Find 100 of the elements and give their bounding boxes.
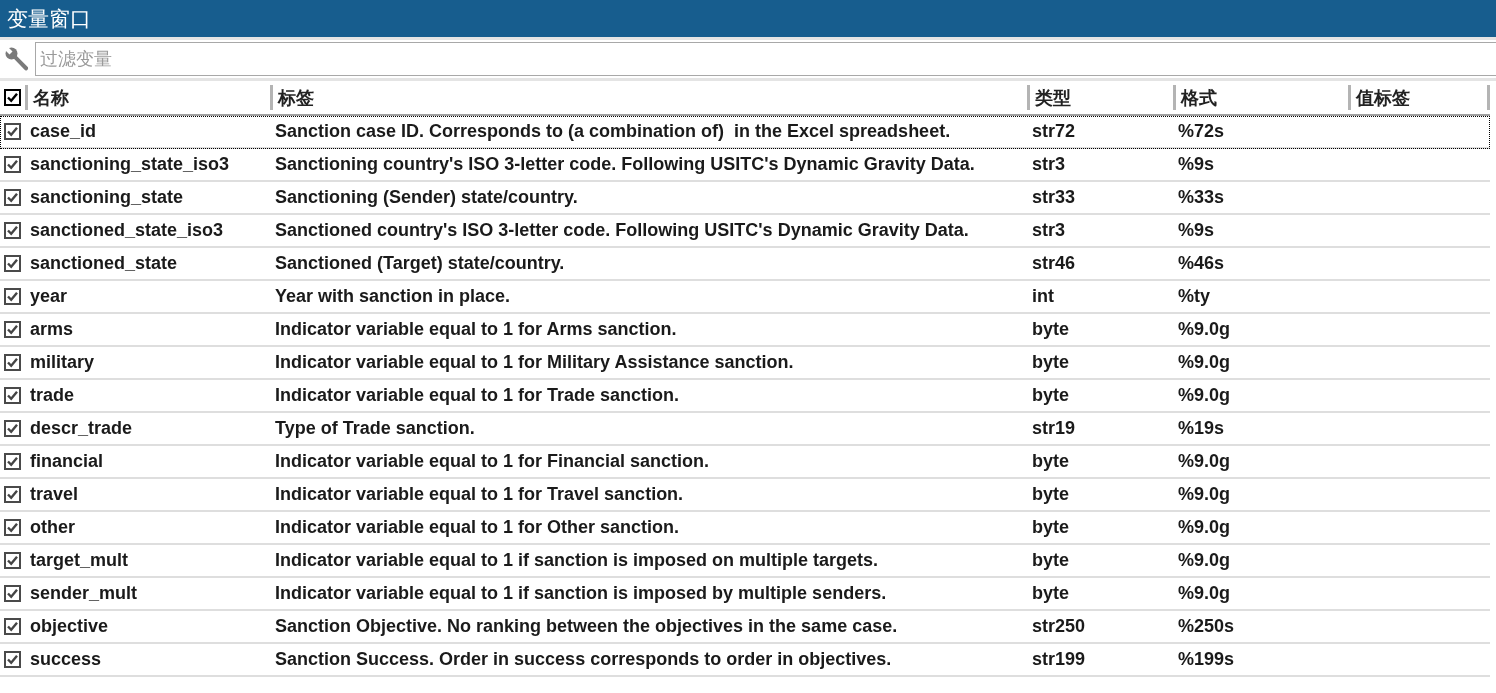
checkbox[interactable] — [4, 288, 21, 305]
variable-format: %9.0g — [1178, 517, 1231, 538]
variable-label: Indicator variable equal to 1 for Trade sanction. — [275, 385, 680, 406]
table-row[interactable]: case_id Sanction case ID. Corresponds to (a combination of) in the Excel spreadsheet. str72 %72s — [0, 116, 1490, 149]
variable-type: byte — [1032, 385, 1069, 406]
variable-name: sanctioning_state_iso3 — [30, 154, 230, 175]
checkbox[interactable] — [4, 387, 21, 404]
variable-label: Sanctioned country's ISO 3-letter code. Following USITC's Dynamic Gravity Data. — [275, 220, 969, 241]
checkbox[interactable] — [4, 255, 21, 272]
variable-label: Indicator variable equal to 1 if sanction is imposed on multiple targets. — [275, 550, 879, 571]
variable-type: str33 — [1032, 187, 1076, 208]
variable-label: Sanction Objective. No ranking between the objectives in the same case. — [275, 616, 898, 637]
variable-label: Indicator variable equal to 1 for Military Assistance sanction. — [275, 352, 794, 373]
checkbox[interactable] — [4, 189, 21, 206]
variable-name: objective — [30, 616, 109, 637]
variable-label: Sanctioned (Target) state/country. — [275, 253, 565, 274]
variable-name: sender_mult — [30, 583, 138, 604]
variable-format: %19s — [1178, 418, 1225, 439]
variable-type: byte — [1032, 451, 1069, 472]
variable-label: Sanction case ID. Corresponds to (a combination of) in the Excel spreadsheet. — [275, 121, 951, 142]
variable-name: case_id — [30, 121, 97, 142]
variable-name: target_mult — [30, 550, 128, 571]
checkbox[interactable] — [4, 651, 21, 668]
table-row[interactable]: arms Indicator variable equal to 1 for Arms sanction. byte %9.0g — [0, 314, 1490, 347]
variable-label: Indicator variable equal to 1 if sanction is imposed by multiple senders. — [275, 583, 887, 604]
table-row[interactable]: year Year with sanction in place. int %ty — [0, 281, 1490, 314]
variable-format: %9.0g — [1178, 484, 1231, 505]
variable-type: str250 — [1032, 616, 1086, 637]
variable-format: %9.0g — [1178, 550, 1231, 571]
variable-name: descr_trade — [30, 418, 133, 439]
variable-label: Indicator variable equal to 1 for Arms sanction. — [275, 319, 677, 340]
variable-type: str72 — [1032, 121, 1076, 142]
checkbox[interactable] — [4, 123, 21, 140]
variable-format: %72s — [1178, 121, 1225, 142]
table-row[interactable]: sanctioned_state Sanctioned (Target) state/country. str46 %46s — [0, 248, 1490, 281]
variable-label: Type of Trade sanction. — [275, 418, 475, 439]
table-row[interactable]: trade Indicator variable equal to 1 for Trade sanction. byte %9.0g — [0, 380, 1490, 413]
filter-field[interactable]: 过滤变量 — [35, 42, 1496, 76]
variable-format: %9s — [1178, 154, 1215, 175]
variable-label: Indicator variable equal to 1 for Other sanction. — [275, 517, 680, 538]
variable-name: sanctioned_state_iso3 — [30, 220, 224, 241]
table-row[interactable]: sanctioned_state_iso3 Sanctioned country's ISO 3-letter code. Following USITC's Dynamic Gravity Data. str3 %9s — [0, 215, 1490, 248]
variable-type: str19 — [1032, 418, 1076, 439]
variable-name: year — [30, 286, 68, 307]
column-header[interactable]: 值标签 — [1348, 85, 1490, 110]
checkbox[interactable] — [4, 453, 21, 470]
variable-format: %9.0g — [1178, 583, 1231, 604]
variable-type: byte — [1032, 352, 1069, 373]
checkbox[interactable] — [4, 222, 21, 239]
table-row[interactable]: objective Sanction Objective. No ranking between the objectives in the same case. str250 %250s — [0, 611, 1490, 644]
variable-type: str46 — [1032, 253, 1076, 274]
table-row[interactable]: other Indicator variable equal to 1 for Other sanction. byte %9.0g — [0, 512, 1490, 545]
table-row[interactable]: sanctioning_state Sanctioning (Sender) state/country. str33 %33s — [0, 182, 1490, 215]
variable-name: military — [30, 352, 95, 373]
variable-type: int — [1032, 286, 1054, 307]
variable-type: str3 — [1032, 154, 1066, 175]
variable-format: %199s — [1178, 649, 1235, 670]
variable-format: %9.0g — [1178, 319, 1231, 340]
checkbox[interactable] — [4, 519, 21, 536]
variable-type: byte — [1032, 319, 1069, 340]
variable-type: byte — [1032, 583, 1069, 604]
checkbox[interactable] — [4, 552, 21, 569]
variable-type: str3 — [1032, 220, 1066, 241]
variable-name: other — [30, 517, 75, 538]
variable-label: Indicator variable equal to 1 for Travel sanction. — [275, 484, 684, 505]
checkbox[interactable] — [4, 321, 21, 338]
variable-format: %9s — [1178, 220, 1215, 241]
checkbox[interactable] — [4, 618, 21, 635]
variable-format: %9.0g — [1178, 385, 1231, 406]
table-row[interactable]: military Indicator variable equal to 1 for Military Assistance sanction. byte %9.0g — [0, 347, 1490, 380]
checkbox[interactable] — [4, 420, 21, 437]
table-row[interactable]: success Sanction Success. Order in success corresponds to order in objectives. str199 %199s — [0, 644, 1490, 677]
variable-name: trade — [30, 385, 74, 406]
variable-format: %46s — [1178, 253, 1225, 274]
variable-label: Sanction Success. Order in success corresponds to order in objectives. — [275, 649, 892, 670]
table-row[interactable]: descr_trade Type of Trade sanction. str19 %19s — [0, 413, 1490, 446]
window-title: 变量窗口 — [0, 0, 1496, 40]
variable-format: %9.0g — [1178, 451, 1231, 472]
variable-name: sanctioned_state — [30, 253, 178, 274]
variable-format: %9.0g — [1178, 352, 1231, 373]
checkbox[interactable] — [4, 156, 21, 173]
checkbox[interactable] — [4, 89, 21, 106]
wrench-icon[interactable] — [5, 47, 29, 71]
checkbox[interactable] — [4, 354, 21, 371]
table-row[interactable]: target_mult Indicator variable equal to 1 if sanction is imposed on multiple targets. byte %9.0g — [0, 545, 1490, 578]
checkbox[interactable] — [4, 486, 21, 503]
table-row[interactable]: sender_mult Indicator variable equal to 1 if sanction is imposed by multiple senders. byte %9.0g — [0, 578, 1490, 611]
variable-format: %33s — [1178, 187, 1225, 208]
checkbox[interactable] — [4, 585, 21, 602]
variable-label: Sanctioning (Sender) state/country. — [275, 187, 578, 208]
variable-name: success — [30, 649, 102, 670]
table-row[interactable]: financial Indicator variable equal to 1 for Financial sanction. byte %9.0g — [0, 446, 1490, 479]
variable-type: str199 — [1032, 649, 1086, 670]
variable-name: financial — [30, 451, 104, 472]
variable-type: byte — [1032, 484, 1069, 505]
variable-type: byte — [1032, 550, 1069, 571]
variable-type: byte — [1032, 517, 1069, 538]
table-row[interactable]: sanctioning_state_iso3 Sanctioning country's ISO 3-letter code. Following USITC's Dynamic Gravity Data. str3 %9s — [0, 149, 1490, 182]
table-row[interactable]: travel Indicator variable equal to 1 for Travel sanction. byte %9.0g — [0, 479, 1490, 512]
variable-label: Year with sanction in place. — [275, 286, 511, 307]
